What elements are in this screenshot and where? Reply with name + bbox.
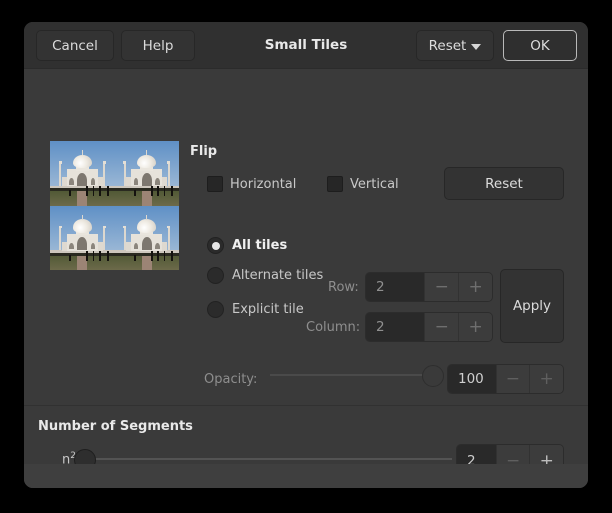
- preview-tile: [115, 141, 180, 206]
- reset-menu-label: Reset: [429, 38, 467, 54]
- opacity-slider-track: [270, 374, 442, 376]
- row-increment-button[interactable]: +: [458, 273, 492, 301]
- checkbox-box-icon: [207, 176, 223, 192]
- radio-all-tiles-label: All tiles: [232, 238, 287, 253]
- radio-alternate-tiles-label: Alternate tiles: [232, 268, 323, 283]
- preview-thumbnail[interactable]: [50, 141, 179, 270]
- opacity-spinner[interactable]: 100 − +: [447, 364, 564, 394]
- dialog-body: Flip Horizontal Vertical Reset All tiles…: [24, 69, 588, 488]
- flip-reset-label: Reset: [485, 176, 523, 192]
- ok-button[interactable]: OK: [503, 30, 577, 61]
- radio-dot-icon: [207, 237, 224, 254]
- radio-explicit-tile-label: Explicit tile: [232, 302, 304, 317]
- segments-group-label: Number of Segments: [38, 419, 193, 434]
- opacity-label: Opacity:: [204, 372, 257, 387]
- flip-vertical-checkbox[interactable]: Vertical: [327, 176, 399, 192]
- checkbox-box-icon: [327, 176, 343, 192]
- cancel-button[interactable]: Cancel: [36, 30, 114, 61]
- column-label: Column:: [306, 320, 360, 335]
- dialog-header: Small Tiles Cancel Help Reset OK: [24, 22, 588, 69]
- ok-button-label: OK: [530, 38, 549, 54]
- apply-button[interactable]: Apply: [500, 269, 564, 343]
- row-decrement-button[interactable]: −: [424, 273, 458, 301]
- flip-vertical-label: Vertical: [350, 177, 399, 192]
- section-divider: [24, 405, 588, 406]
- radio-alternate-tiles[interactable]: Alternate tiles: [207, 267, 323, 284]
- small-tiles-dialog: Small Tiles Cancel Help Reset OK: [24, 22, 588, 488]
- flip-reset-button[interactable]: Reset: [444, 167, 564, 200]
- column-value[interactable]: 2: [366, 313, 424, 341]
- radio-dot-icon: [207, 301, 224, 318]
- column-spinner[interactable]: 2 − +: [365, 312, 493, 342]
- help-button[interactable]: Help: [121, 30, 195, 61]
- row-label: Row:: [328, 280, 359, 295]
- chevron-down-icon: [471, 44, 481, 50]
- help-button-label: Help: [143, 38, 174, 54]
- preview-tile: [50, 206, 115, 271]
- opacity-decrement-button[interactable]: −: [496, 365, 530, 393]
- radio-explicit-tile[interactable]: Explicit tile: [207, 301, 304, 318]
- radio-all-tiles[interactable]: All tiles: [207, 237, 287, 254]
- row-spinner[interactable]: 2 − +: [365, 272, 493, 302]
- opacity-slider-handle[interactable]: [422, 365, 444, 387]
- segments-slider-track: [74, 458, 452, 460]
- flip-horizontal-checkbox[interactable]: Horizontal: [207, 176, 296, 192]
- row-value[interactable]: 2: [366, 273, 424, 301]
- opacity-slider[interactable]: [270, 364, 442, 386]
- flip-group-label: Flip: [190, 144, 217, 159]
- radio-dot-icon: [207, 267, 224, 284]
- apply-button-label: Apply: [513, 298, 551, 314]
- flip-horizontal-label: Horizontal: [230, 177, 296, 192]
- preview-tile: [50, 141, 115, 206]
- opacity-increment-button[interactable]: +: [529, 365, 563, 393]
- dialog-footer: [24, 464, 588, 488]
- column-increment-button[interactable]: +: [458, 313, 492, 341]
- column-decrement-button[interactable]: −: [424, 313, 458, 341]
- reset-menu-button[interactable]: Reset: [416, 30, 494, 61]
- preview-tile: [115, 206, 180, 271]
- opacity-value[interactable]: 100: [448, 365, 496, 393]
- cancel-button-label: Cancel: [52, 38, 98, 54]
